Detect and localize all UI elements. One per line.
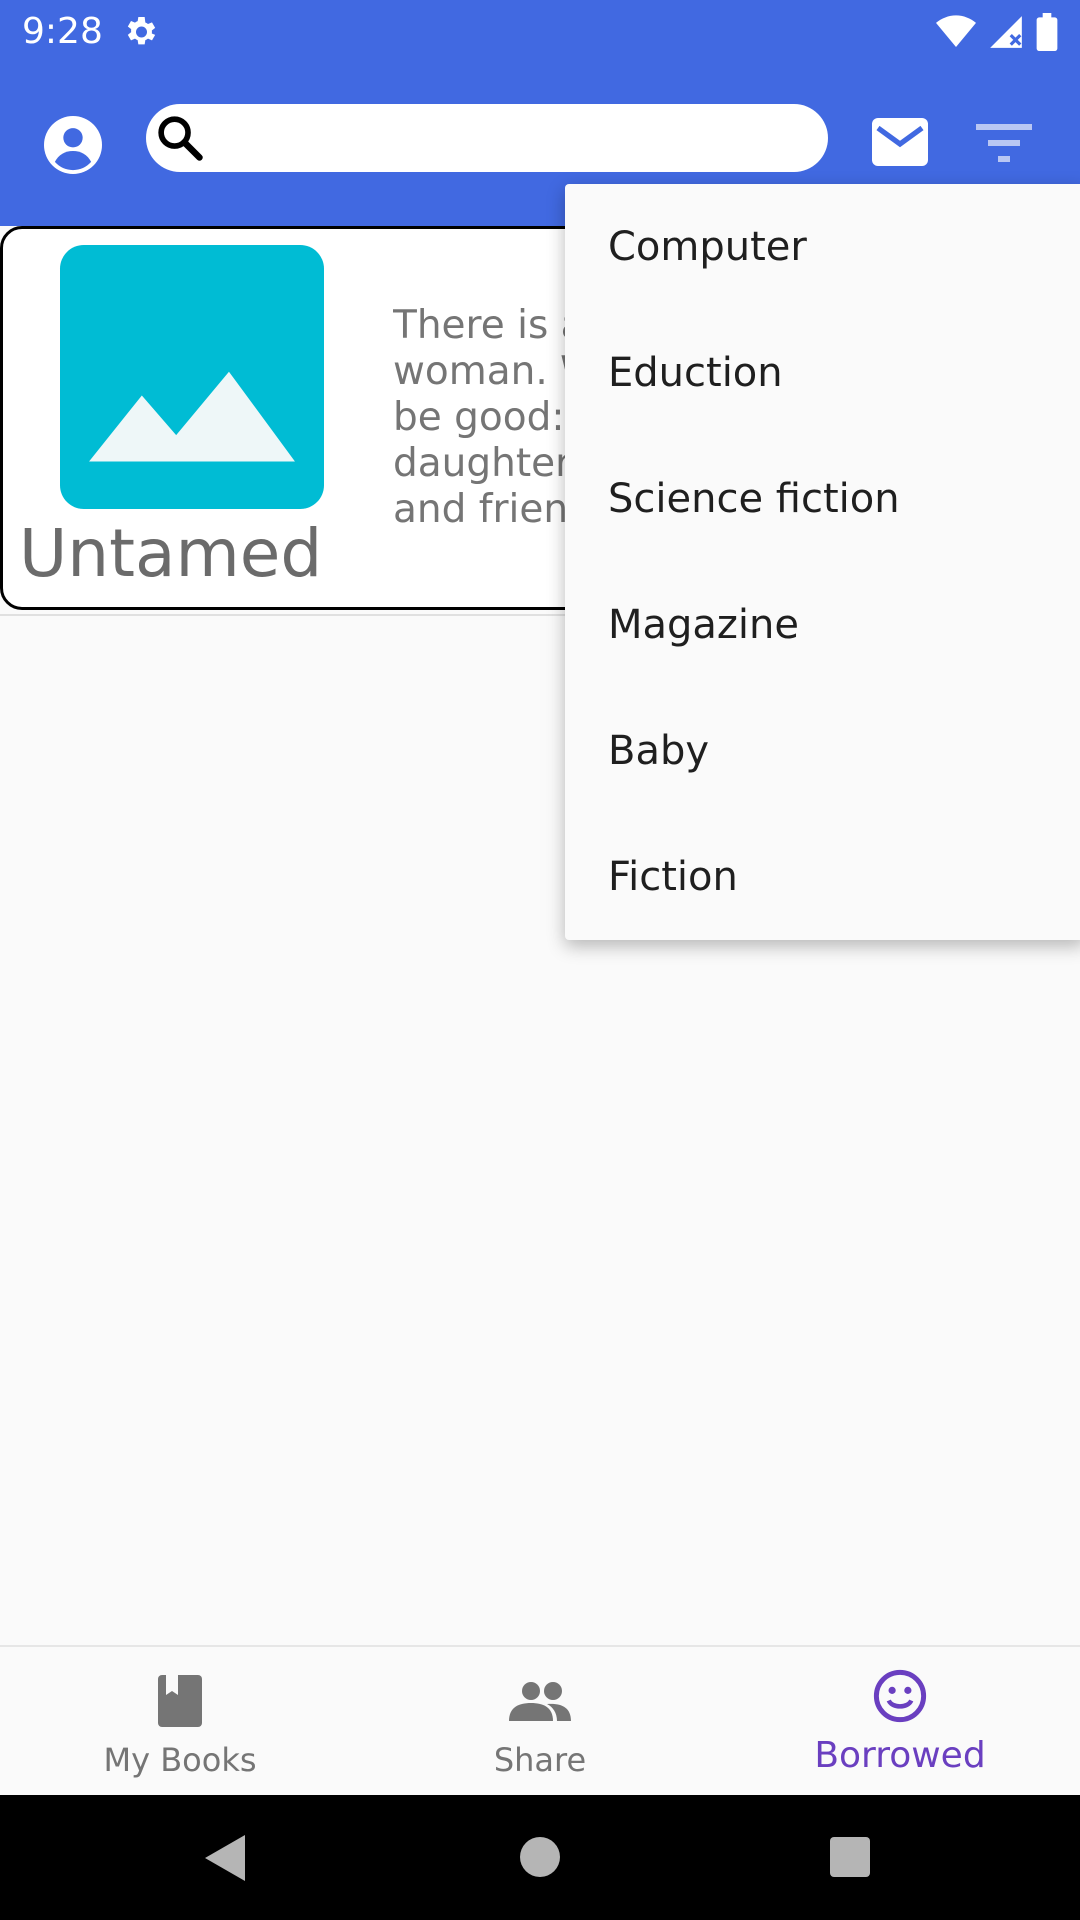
bottom-navigation: My Books Share Borrowed xyxy=(0,1645,1080,1795)
back-icon[interactable] xyxy=(205,1835,245,1881)
menu-item-baby[interactable]: Baby xyxy=(565,688,1080,814)
system-navigation-bar xyxy=(0,1795,1080,1920)
filter-icon[interactable] xyxy=(976,120,1032,164)
smiley-face-icon xyxy=(873,1669,927,1723)
people-icon xyxy=(509,1682,571,1721)
book-icon xyxy=(158,1675,202,1727)
menu-item-science-fiction[interactable]: Science fiction xyxy=(565,436,1080,562)
mail-icon[interactable] xyxy=(872,118,928,166)
cellular-signal-icon xyxy=(990,16,1022,48)
tab-my-books-label: My Books xyxy=(103,1741,257,1779)
battery-icon xyxy=(1036,13,1058,51)
tab-share[interactable]: Share xyxy=(360,1647,720,1797)
recents-icon[interactable] xyxy=(830,1837,870,1877)
tab-borrowed-label: Borrowed xyxy=(814,1735,986,1776)
tab-share-label: Share xyxy=(493,1741,587,1779)
menu-item-computer[interactable]: Computer xyxy=(565,184,1080,310)
status-icons xyxy=(936,12,1058,52)
home-icon[interactable] xyxy=(520,1837,560,1877)
wifi-icon xyxy=(936,15,976,48)
book-thumbnail-image-icon xyxy=(60,245,324,509)
category-filter-menu: Computer Eduction Science fiction Magazi… xyxy=(565,184,1080,940)
search-icon xyxy=(158,116,203,161)
menu-item-magazine[interactable]: Magazine xyxy=(565,562,1080,688)
profile-avatar-icon[interactable] xyxy=(44,116,102,174)
settings-gear-icon xyxy=(127,17,156,45)
menu-item-eduction[interactable]: Eduction xyxy=(565,310,1080,436)
book-title: Untamed xyxy=(19,515,323,592)
tab-borrowed[interactable]: Borrowed xyxy=(720,1647,1080,1797)
tab-my-books[interactable]: My Books xyxy=(0,1647,360,1797)
search-bar[interactable] xyxy=(146,104,828,174)
menu-item-fiction[interactable]: Fiction xyxy=(565,814,1080,940)
search-input[interactable] xyxy=(210,104,814,174)
status-time: 9:28 xyxy=(22,11,103,52)
